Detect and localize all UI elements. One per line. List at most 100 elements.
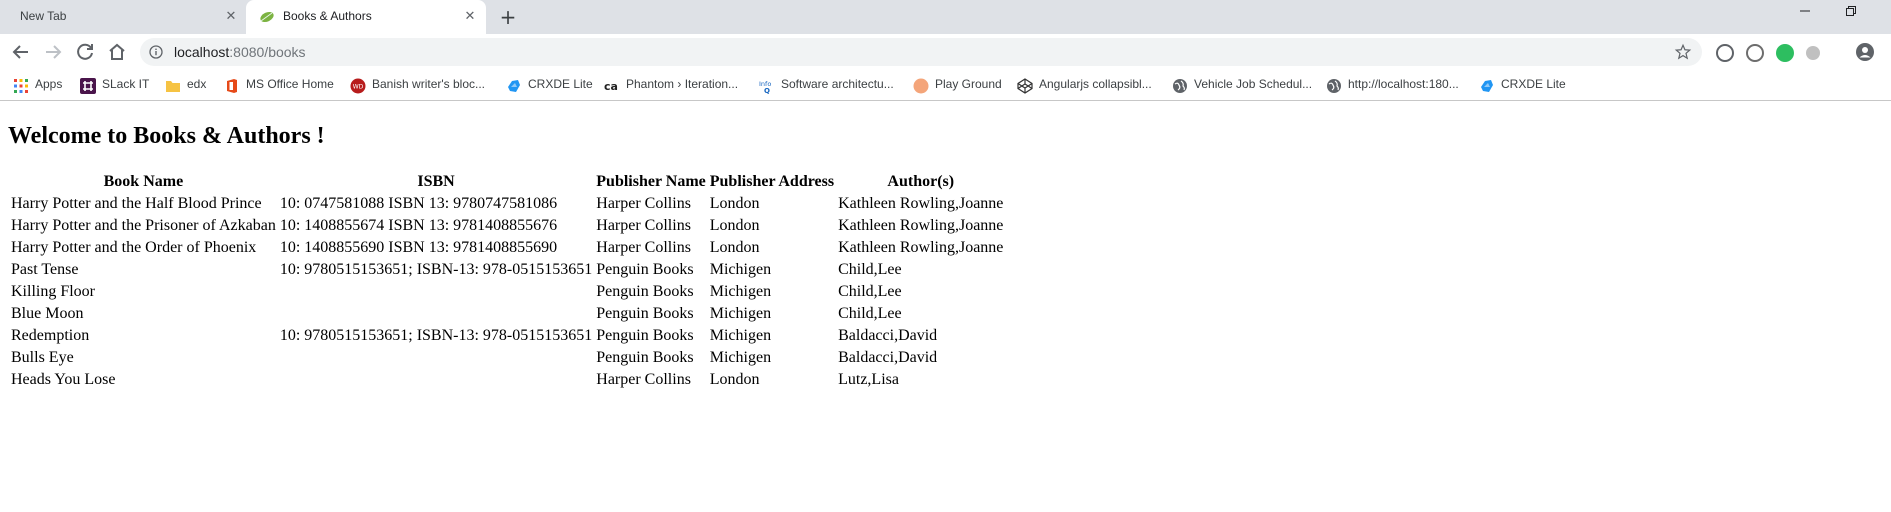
- cell-book-name: Past Tense: [11, 261, 79, 278]
- cell-publisher-address: London: [709, 239, 760, 256]
- restore-icon[interactable]: [1839, 4, 1863, 24]
- browser-toolbar: localhost:8080/books: [0, 34, 1891, 70]
- forward-arrow-icon[interactable]: [41, 40, 65, 64]
- tab-label: New Tab: [20, 9, 67, 23]
- cell-publisher-address: Michigen: [709, 283, 772, 300]
- cell-publisher-address: Michigen: [709, 349, 772, 366]
- evernote-icon[interactable]: [1776, 44, 1794, 62]
- slack-icon: [80, 78, 96, 94]
- cell-isbn: 10: 1408855690 ISBN 13: 9781408855690: [279, 239, 558, 256]
- new-tab-button[interactable]: +: [497, 7, 519, 29]
- cell-publisher-address: London: [709, 371, 760, 388]
- table-row: Bulls Eye Penguin Books Michigen Baldacc…: [10, 348, 1004, 368]
- globe-icon: [1327, 79, 1341, 93]
- star-icon[interactable]: [1674, 43, 1692, 61]
- bookmark-label: SLack IT: [102, 77, 150, 91]
- folder-icon: [166, 81, 180, 92]
- cell-authors: Baldacci,David: [838, 327, 938, 344]
- column-header-authors: Author(s): [887, 173, 955, 190]
- toggle-icon[interactable]: [1806, 46, 1820, 60]
- crxde-icon: [1481, 80, 1493, 92]
- office-icon: [227, 79, 237, 93]
- url-path: :8080/books: [229, 44, 306, 60]
- tab-new-tab[interactable]: New Tab ✕: [8, 0, 244, 34]
- cell-authors: Kathleen Rowling,Joanne: [838, 239, 1004, 256]
- page-title: Welcome to Books & Authors !: [8, 123, 325, 149]
- back-arrow-icon[interactable]: [9, 40, 33, 64]
- svg-text:WD: WD: [353, 84, 364, 91]
- cell-publisher-name: Penguin Books: [596, 283, 694, 300]
- cell-publisher-name: Harper Collins: [596, 195, 691, 212]
- bookmark-label: Software architectu...: [781, 77, 894, 91]
- cell-publisher-address: Michigen: [709, 261, 772, 278]
- cell-isbn: [279, 370, 593, 390]
- cell-authors: Baldacci,David: [838, 349, 938, 366]
- cell-book-name: Blue Moon: [11, 305, 84, 322]
- cell-isbn: [279, 304, 593, 324]
- cell-publisher-name: Penguin Books: [596, 305, 694, 322]
- codepen-icon: [1017, 78, 1033, 94]
- bookmark-label: Play Ground: [935, 77, 1002, 91]
- crxde-icon: [508, 80, 520, 92]
- column-header-book-name: Book Name: [103, 173, 184, 190]
- table-row: Redemption 10: 9780515153651; ISBN-13: 9…: [10, 326, 1004, 346]
- table-header-row: Book Name ISBN Publisher Name Publisher …: [10, 172, 1004, 192]
- cell-isbn: 10: 9780515153651; ISBN-13: 978-05151536…: [279, 261, 593, 278]
- cell-publisher-name: Harper Collins: [596, 239, 691, 256]
- books-table: Book Name ISBN Publisher Name Publisher …: [8, 170, 1006, 392]
- cell-book-name: Heads You Lose: [11, 371, 116, 388]
- close-icon[interactable]: ✕: [462, 9, 478, 25]
- playground-icon: [913, 78, 929, 94]
- table-row: Killing Floor Penguin Books Michigen Chi…: [10, 282, 1004, 302]
- cell-isbn: 10: 9780515153651; ISBN-13: 978-05151536…: [279, 327, 593, 344]
- bookmark-label: Banish writer's bloc...: [372, 77, 485, 91]
- cell-publisher-address: Michigen: [709, 327, 772, 344]
- cell-publisher-name: Penguin Books: [596, 327, 694, 344]
- cell-publisher-address: London: [709, 195, 760, 212]
- column-header-publisher-address: Publisher Address: [709, 173, 835, 190]
- cell-authors: Child,Lee: [838, 305, 902, 322]
- table-row: Blue Moon Penguin Books Michigen Child,L…: [10, 304, 1004, 324]
- bookmark-label: CRXDE Lite: [1501, 77, 1566, 91]
- bookmarks-bar: Apps SLack IT edx MS Office Home WD Bani…: [0, 70, 1891, 101]
- cell-publisher-name: Harper Collins: [596, 371, 691, 388]
- leaf-icon: [260, 11, 274, 23]
- close-icon[interactable]: ✕: [223, 9, 239, 25]
- cell-publisher-address: Michigen: [709, 305, 772, 322]
- address-bar[interactable]: localhost:8080/books: [140, 38, 1702, 66]
- cell-publisher-name: Penguin Books: [596, 261, 694, 278]
- reload-icon[interactable]: [73, 40, 97, 64]
- site-icon: WD: [350, 78, 366, 94]
- cell-publisher-name: Harper Collins: [596, 217, 691, 234]
- svg-text:Q: Q: [764, 87, 770, 94]
- ca-icon: ca: [604, 80, 618, 93]
- table-row: Past Tense 10: 9780515153651; ISBN-13: 9…: [10, 260, 1004, 280]
- bookmark-label: CRXDE Lite: [528, 77, 593, 91]
- url-text[interactable]: localhost:8080/books: [174, 44, 306, 60]
- bookmark-label: MS Office Home: [246, 77, 334, 91]
- tab-books-authors[interactable]: Books & Authors ✕: [246, 0, 486, 34]
- cell-authors: Kathleen Rowling,Joanne: [838, 217, 1004, 234]
- vivaldi-icon[interactable]: [1716, 44, 1734, 62]
- table-row: Harry Potter and the Prisoner of Azkaban…: [10, 216, 1004, 236]
- bookmark-label: Apps: [35, 77, 63, 91]
- cell-publisher-name: Penguin Books: [596, 349, 694, 366]
- apps-grid-icon: [14, 79, 28, 93]
- column-header-publisher-name: Publisher Name: [596, 173, 706, 190]
- profile-icon[interactable]: [1855, 42, 1875, 62]
- cell-book-name: Killing Floor: [11, 283, 96, 300]
- table-row: Harry Potter and the Half Blood Prince 1…: [10, 194, 1004, 214]
- cell-book-name: Harry Potter and the Prisoner of Azkaban: [11, 217, 276, 234]
- cell-book-name: Harry Potter and the Order of Phoenix: [11, 239, 257, 256]
- cell-isbn: [279, 282, 593, 302]
- minimize-icon[interactable]: [1793, 4, 1817, 24]
- bookmark-label: Angularjs collapsibl...: [1039, 77, 1152, 91]
- cell-book-name: Harry Potter and the Half Blood Prince: [11, 195, 262, 212]
- cell-authors: Lutz,Lisa: [838, 371, 899, 388]
- cell-book-name: Bulls Eye: [11, 349, 74, 366]
- svg-text:ca: ca: [604, 80, 618, 93]
- extension-icon[interactable]: [1746, 44, 1764, 62]
- info-icon[interactable]: [149, 45, 163, 59]
- cell-isbn: 10: 1408855674 ISBN 13: 9781408855676: [279, 217, 558, 234]
- home-icon[interactable]: [105, 40, 129, 64]
